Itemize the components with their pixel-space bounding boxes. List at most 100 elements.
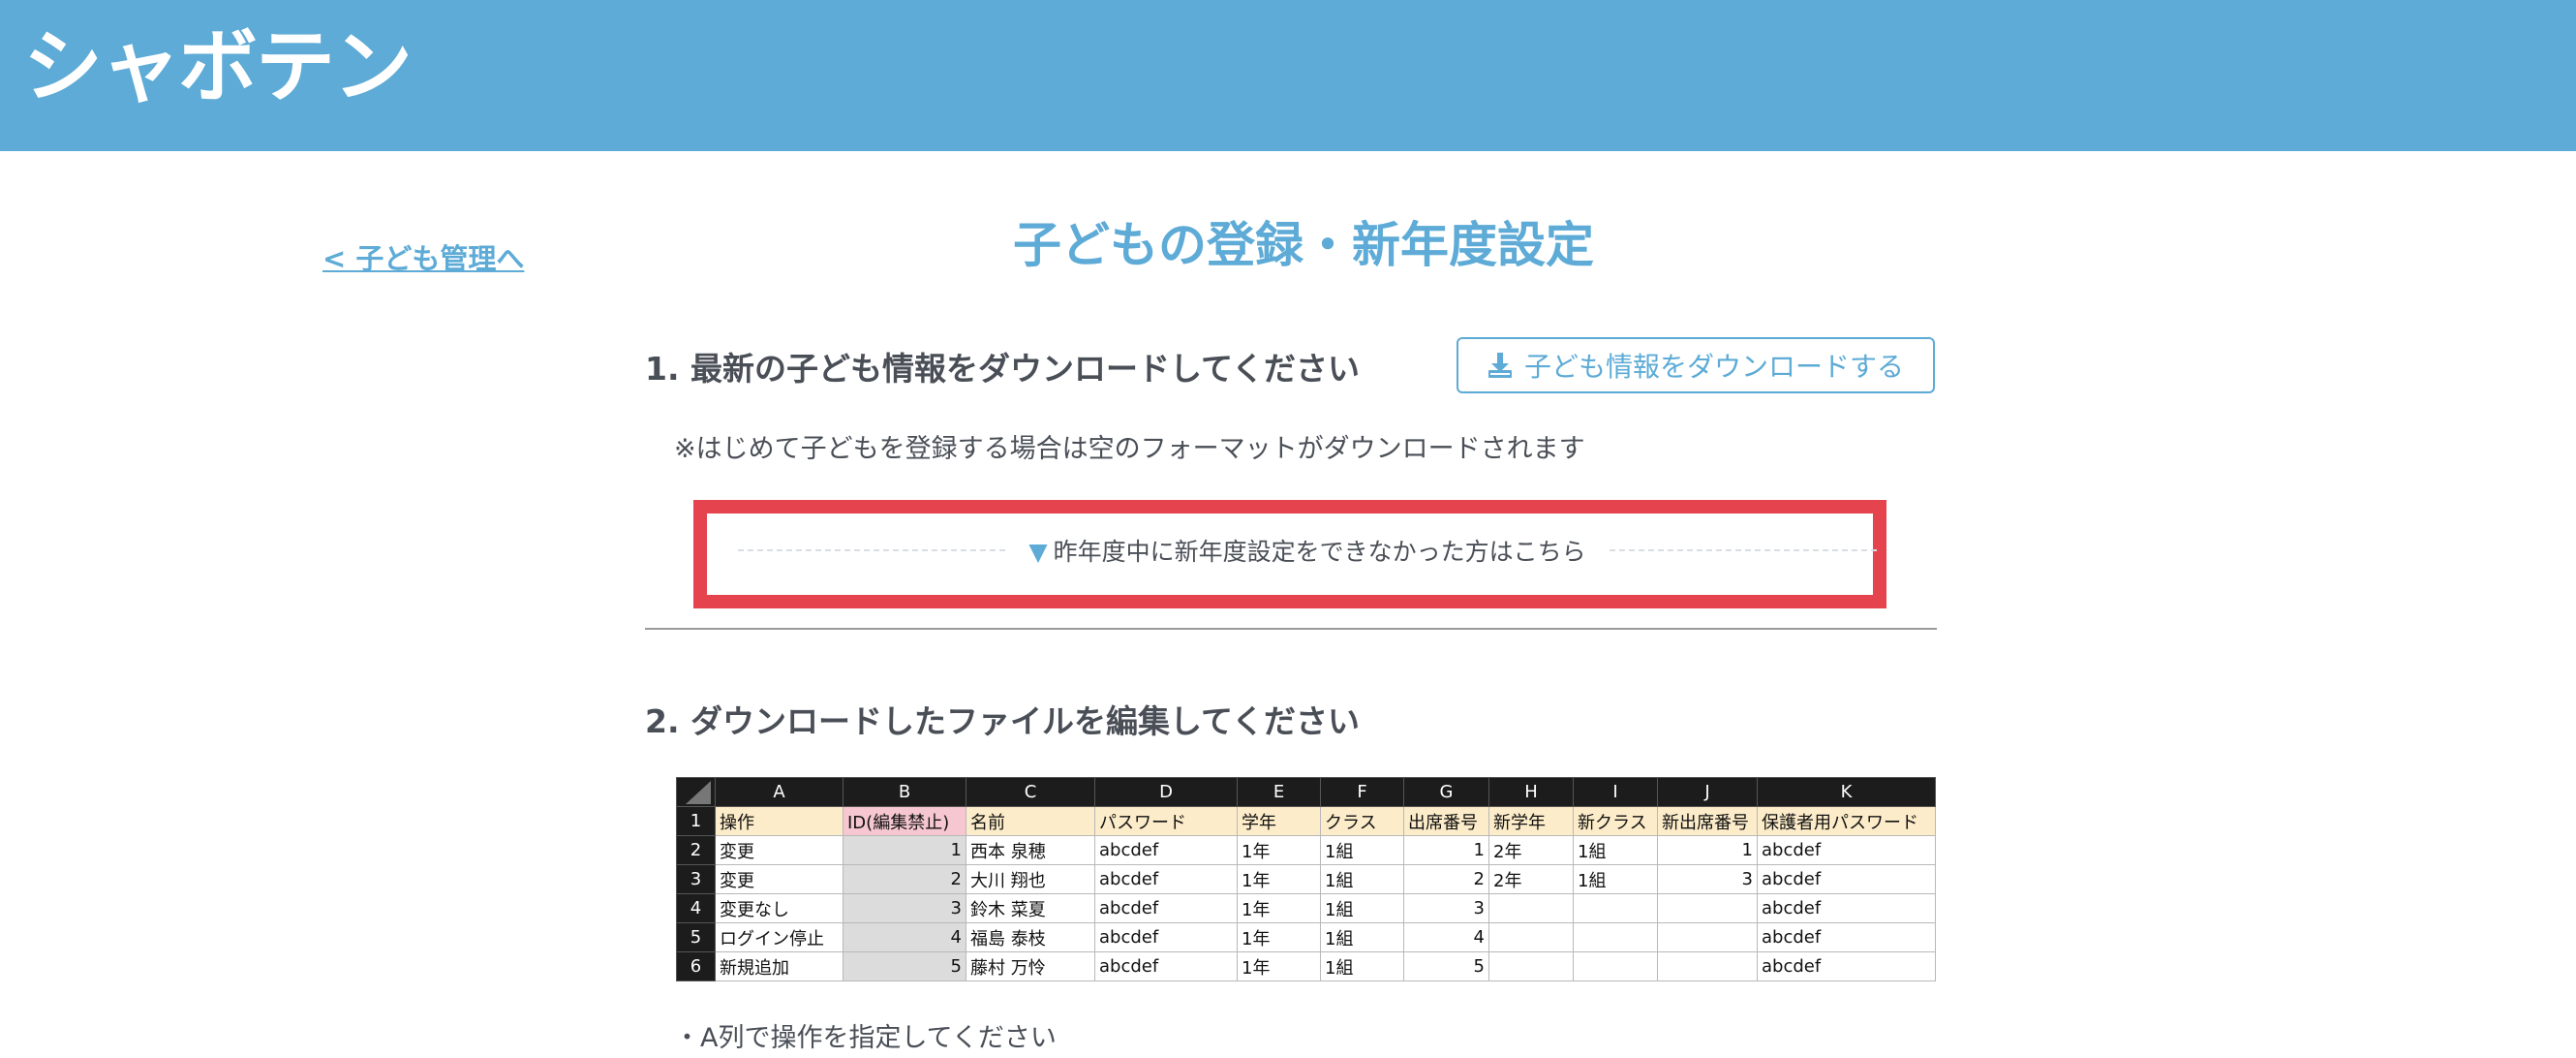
app-logo[interactable]: シャボテン [23,10,413,126]
cell: 1年 [1237,951,1321,981]
cell [1657,893,1758,923]
field-name: 保護者用パスワード [1757,806,1936,836]
cell: 1 [843,835,966,865]
cell: 1組 [1320,951,1404,981]
cell: 5 [843,951,966,981]
field-name: 新クラス [1573,806,1658,836]
column-header-row: A B C D E F G H I J K [676,777,1936,807]
cell: 2年 [1488,835,1574,865]
column-letter: I [1573,777,1658,807]
row-number: 2 [676,835,716,865]
download-button-label: 子ども情報をダウンロードする [1523,351,1904,383]
column-letter: C [966,777,1095,807]
cell: abcdef [1094,864,1238,894]
page-title: 子どもの登録・新年度設定 [1013,217,1594,273]
toggle-label: ▼ 昨年度中に新年度設定をできなかった方はこちら [1005,533,1609,568]
toggle-text: 昨年度中に新年度設定をできなかった方はこちら [1053,538,1586,566]
cell [1488,922,1574,952]
column-letter: K [1757,777,1936,807]
table-row: 6 新規追加 5 藤村 万怜 abcdef 1年 1組 5 abcdef [676,951,1936,981]
cell: 1 [1403,835,1489,865]
cell: 1組 [1320,893,1404,923]
column-letter: F [1320,777,1404,807]
cell [1573,922,1658,952]
field-name: 新出席番号 [1657,806,1758,836]
cell: 変更 [715,835,843,865]
cell [1573,951,1658,981]
cell: 1組 [1573,864,1658,894]
field-name: 学年 [1237,806,1321,836]
field-name: パスワード [1094,806,1238,836]
cell: 大川 翔也 [966,864,1095,894]
cell: 4 [843,922,966,952]
cell: 1組 [1320,922,1404,952]
table-row: 3 変更 2 大川 翔也 abcdef 1年 1組 2 2年 1組 3 abcd… [676,864,1936,894]
row-number: 6 [676,951,716,981]
column-letter: B [843,777,966,807]
download-child-info-button[interactable]: 子ども情報をダウンロードする [1457,337,1935,393]
cell: 1年 [1237,922,1321,952]
table-row: 2 変更 1 西本 泉穂 abcdef 1年 1組 1 2年 1組 1 abcd… [676,835,1936,865]
column-letter: A [715,777,843,807]
cell: ログイン停止 [715,922,843,952]
table-row: 4 変更なし 3 鈴木 菜夏 abcdef 1年 1組 3 abcdef [676,893,1936,923]
cell: abcdef [1094,922,1238,952]
cell: 3 [1403,893,1489,923]
format-note: ※はじめて子どもを登録する場合は空のフォーマットがダウンロードされます [674,434,1585,464]
download-icon [1487,353,1512,378]
step1-heading: 1. 最新の子ども情報をダウンロードしてください [645,350,1361,388]
cell [1657,951,1758,981]
column-letter: E [1237,777,1321,807]
cell: 1年 [1237,835,1321,865]
cell: 2年 [1488,864,1574,894]
cell: 4 [1403,922,1489,952]
field-name: クラス [1320,806,1404,836]
column-letter: J [1657,777,1758,807]
field-name: ID(編集禁止) [843,806,966,836]
column-letter: H [1488,777,1574,807]
step2-heading: 2. ダウンロードしたファイルを編集してください [645,702,1361,740]
sheet-corner [676,777,716,807]
cell: 2 [1403,864,1489,894]
cell: abcdef [1757,951,1936,981]
cell: 1組 [1320,835,1404,865]
field-name: 出席番号 [1403,806,1489,836]
dashed-line-left [738,549,1006,551]
row-number: 5 [676,922,716,952]
cell [1573,893,1658,923]
cell: 2 [843,864,966,894]
cell: abcdef [1757,922,1936,952]
cell [1657,922,1758,952]
cell: 新規追加 [715,951,843,981]
cell: 鈴木 菜夏 [966,893,1095,923]
section-divider [645,628,1937,630]
cell: 3 [1657,864,1758,894]
step2-instruction: ・A列で操作を指定してください [674,1023,1057,1053]
cell: 福島 泰枝 [966,922,1095,952]
cell: 西本 泉穂 [966,835,1095,865]
cell: abcdef [1094,835,1238,865]
row-number: 3 [676,864,716,894]
cell: 1年 [1237,864,1321,894]
cell: 1組 [1320,864,1404,894]
cell [1488,893,1574,923]
back-to-child-management-link[interactable]: < 子ども管理へ [322,236,524,277]
cell: abcdef [1094,893,1238,923]
cell [1488,951,1574,981]
cell: abcdef [1094,951,1238,981]
cell: 変更なし [715,893,843,923]
app-header: シャボテン [0,0,2576,151]
cell: 1年 [1237,893,1321,923]
cell: 1 [1657,835,1758,865]
field-name: 新学年 [1488,806,1574,836]
cell: 1組 [1573,835,1658,865]
previous-year-setup-toggle[interactable]: ▼ 昨年度中に新年度設定をできなかった方はこちら [738,531,1877,570]
dashed-line-right [1609,549,1877,551]
cell: abcdef [1757,864,1936,894]
cell: abcdef [1757,893,1936,923]
column-letter: G [1403,777,1489,807]
cell: 5 [1403,951,1489,981]
field-name: 操作 [715,806,843,836]
triangle-down-icon: ▼ [1028,538,1048,566]
cell: abcdef [1757,835,1936,865]
